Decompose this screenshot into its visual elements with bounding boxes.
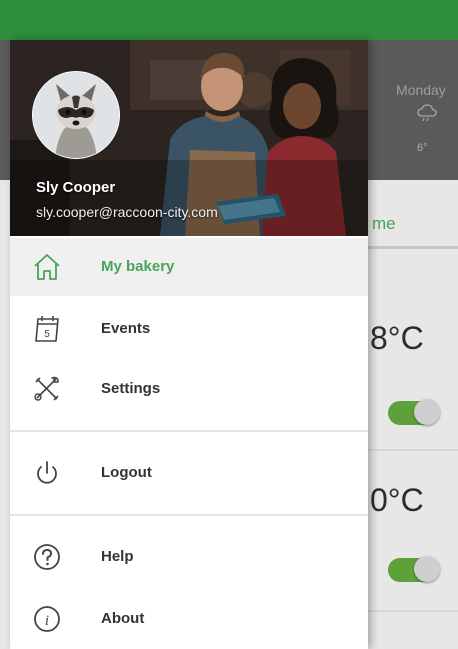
drawer-header: Sly Cooper sly.cooper@raccoon-city.com: [10, 40, 368, 236]
user-name: Sly Cooper: [36, 179, 116, 196]
navigation-drawer: Sly Cooper sly.cooper@raccoon-city.com M…: [10, 40, 368, 649]
toggle-knob: [414, 399, 440, 425]
menu-divider: [10, 430, 368, 432]
menu-item-label: Events: [101, 320, 151, 337]
background-divider: [368, 449, 458, 451]
weather-small-temp: 6°: [417, 142, 428, 154]
menu-item-settings[interactable]: Settings: [10, 360, 368, 418]
toggle-switch[interactable]: [388, 399, 440, 427]
menu-item-about[interactable]: i About: [10, 590, 368, 648]
menu-item-help[interactable]: Help: [10, 528, 368, 586]
menu-item-label: About: [101, 610, 145, 627]
menu-item-label: Help: [101, 548, 134, 565]
svg-text:i: i: [45, 613, 49, 629]
status-bar: [0, 0, 458, 40]
power-icon: [37, 461, 57, 484]
background-tab-label: me: [372, 214, 396, 233]
cloud-icon: [417, 104, 437, 122]
background-tab-underline: [368, 246, 458, 249]
calendar-icon: 5: [35, 316, 59, 342]
svg-text:5: 5: [44, 329, 50, 340]
info-icon: i: [34, 606, 60, 632]
toggle-knob: [414, 556, 440, 582]
home-icon: [34, 254, 60, 280]
menu-item-label: Logout: [101, 464, 152, 481]
menu-divider: [10, 514, 368, 516]
menu-item-my-bakery[interactable]: My bakery: [10, 238, 368, 296]
app-screen: Monday 6° me 8°C 0°C Sly Cooper sly.coop…: [0, 0, 458, 649]
user-email: sly.cooper@raccoon-city.com: [36, 204, 218, 220]
help-icon: [34, 544, 60, 570]
temperature-reading: 8°C: [370, 320, 424, 356]
tools-icon: [34, 376, 59, 401]
background-divider: [368, 610, 458, 612]
menu-item-logout[interactable]: Logout: [10, 444, 368, 502]
weather-day-label: Monday: [396, 82, 446, 98]
raccoon-avatar-icon: [33, 72, 119, 158]
user-avatar[interactable]: [32, 71, 120, 159]
menu-item-label: Settings: [101, 380, 161, 397]
menu-item-events[interactable]: 5 Events: [10, 300, 368, 358]
toggle-switch[interactable]: [388, 556, 440, 584]
menu-item-label: My bakery: [101, 258, 175, 275]
temperature-reading: 0°C: [370, 482, 424, 518]
